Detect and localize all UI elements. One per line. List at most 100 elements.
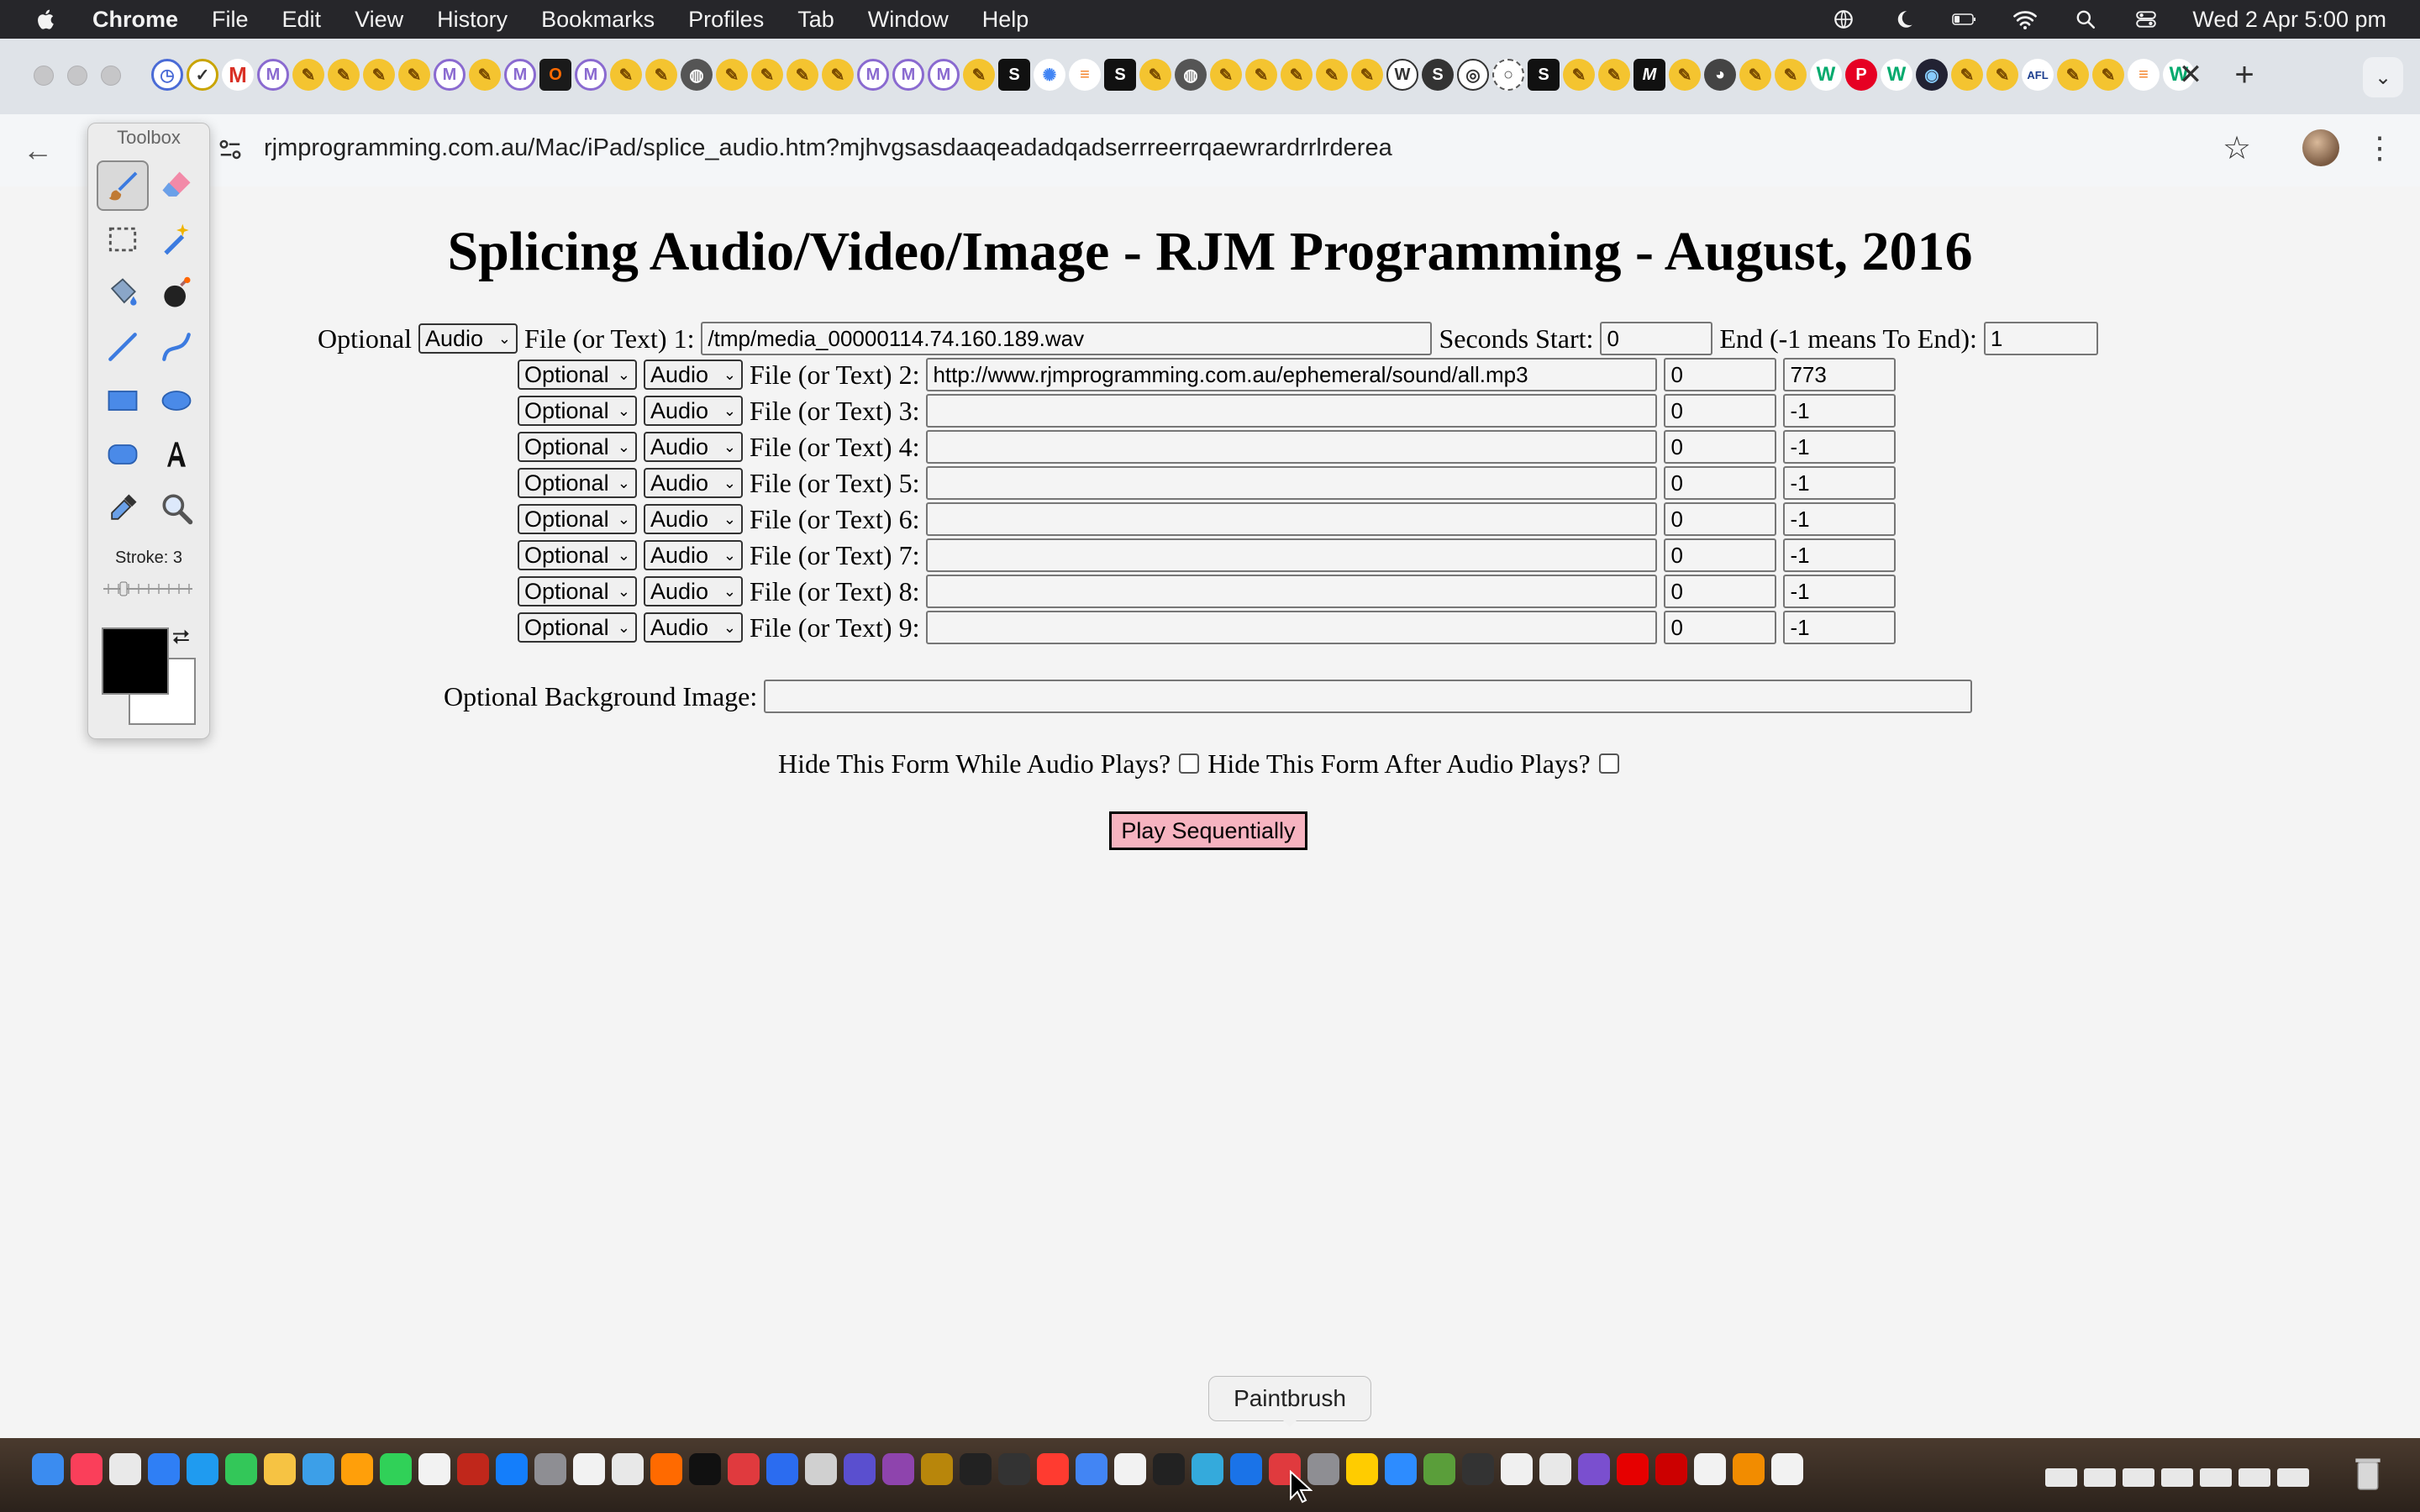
marquee-icon[interactable] — [97, 214, 149, 265]
dock-app-icon[interactable] — [302, 1453, 334, 1485]
toolbox-palette[interactable]: Toolbox Stroke: 3 ⮂ — [87, 123, 210, 739]
minimized-window[interactable] — [2123, 1468, 2154, 1487]
tab-favicon[interactable]: ✎ — [292, 59, 324, 91]
stroke-width-slider[interactable] — [100, 580, 196, 597]
dock-app-icon[interactable] — [1462, 1453, 1494, 1485]
minimized-window[interactable] — [2084, 1468, 2116, 1487]
tab-favicon[interactable]: ✎ — [1316, 59, 1348, 91]
dock-app-icon[interactable] — [1694, 1453, 1726, 1485]
curve-icon[interactable] — [150, 322, 203, 372]
dock-app-icon[interactable] — [650, 1453, 682, 1485]
menu-help[interactable]: Help — [982, 7, 1029, 33]
tab-favicon[interactable]: ✎ — [751, 59, 783, 91]
trash-icon[interactable] — [2353, 1455, 2383, 1492]
dock-app-icon[interactable] — [1385, 1453, 1417, 1485]
tab-favicon-github[interactable]: ◕ — [1704, 59, 1736, 91]
file-input[interactable] — [926, 430, 1658, 464]
file-input[interactable] — [926, 611, 1658, 644]
end-input[interactable] — [1783, 611, 1897, 644]
dock-app-icon[interactable] — [728, 1453, 760, 1485]
tab-favicon[interactable]: M — [928, 59, 960, 91]
tab-favicon[interactable]: ≡ — [2128, 59, 2160, 91]
tab-favicon[interactable]: M — [575, 59, 607, 91]
globe-icon[interactable] — [1829, 7, 1858, 32]
menu-view[interactable]: View — [355, 7, 403, 33]
dock-app-icon[interactable] — [805, 1453, 837, 1485]
media-type-select[interactable]: Audio ⌄ — [644, 540, 743, 570]
play-sequentially-button[interactable]: Play Sequentially — [1109, 811, 1307, 850]
menu-profiles[interactable]: Profiles — [688, 7, 764, 33]
tab-favicon[interactable]: ✎ — [469, 59, 501, 91]
minimized-window[interactable] — [2238, 1468, 2270, 1487]
bookmark-star-icon[interactable]: ☆ — [2218, 129, 2255, 166]
dock-app-icon[interactable] — [1346, 1453, 1378, 1485]
tab-favicon[interactable]: ✎ — [1739, 59, 1771, 91]
tab-favicon[interactable]: ✎ — [1210, 59, 1242, 91]
tab-favicon[interactable]: ✎ — [1563, 59, 1595, 91]
media-type-select[interactable]: Audio ⌄ — [644, 468, 743, 498]
tab-favicon[interactable]: ✎ — [1775, 59, 1807, 91]
dock-app-icon[interactable] — [1423, 1453, 1455, 1485]
tab-favicon[interactable]: ✎ — [610, 59, 642, 91]
media-type-select[interactable]: Audio ⌄ — [644, 360, 743, 390]
new-tab-icon[interactable]: + — [2225, 55, 2264, 94]
file-input[interactable] — [926, 575, 1658, 608]
end-input[interactable] — [1783, 358, 1897, 391]
dock-app-icon[interactable] — [1076, 1453, 1107, 1485]
tab-favicon[interactable]: ○ — [1492, 59, 1524, 91]
tab-favicon[interactable]: ◎ — [1457, 59, 1489, 91]
tab-favicon[interactable]: ✎ — [1951, 59, 1983, 91]
tab-favicon[interactable]: S — [1104, 59, 1136, 91]
tab-favicon[interactable]: ✎ — [398, 59, 430, 91]
tab-favicon-globe[interactable]: ◍ — [1175, 59, 1207, 91]
start-input[interactable] — [1664, 502, 1777, 536]
menu-app-name[interactable]: Chrome — [92, 7, 178, 33]
tab-favicon[interactable]: ✎ — [328, 59, 360, 91]
menu-window[interactable]: Window — [868, 7, 949, 33]
menu-tab[interactable]: Tab — [797, 7, 834, 33]
start-input[interactable] — [1664, 611, 1777, 644]
zoom-icon[interactable] — [150, 483, 203, 533]
eraser-icon[interactable] — [150, 160, 203, 211]
tab-favicon[interactable]: ✎ — [786, 59, 818, 91]
magic-wand-icon[interactable] — [150, 214, 203, 265]
tab-favicon-afl[interactable]: AFL — [2022, 59, 2054, 91]
minimized-window[interactable] — [2045, 1468, 2077, 1487]
minimized-window[interactable] — [2277, 1468, 2309, 1487]
tab-favicon-gmail[interactable]: M — [222, 59, 254, 91]
tab-favicon[interactable]: ✎ — [963, 59, 995, 91]
tab-favicon-wikipedia[interactable]: W — [1386, 59, 1418, 91]
rectangle-icon[interactable] — [97, 375, 149, 426]
dock-app-icon[interactable] — [1501, 1453, 1533, 1485]
dock-app-icon[interactable] — [844, 1453, 876, 1485]
end-input[interactable] — [1783, 538, 1897, 572]
paint-bucket-icon[interactable] — [97, 268, 149, 318]
end-input[interactable] — [1783, 502, 1897, 536]
dock-app-icon[interactable] — [1230, 1453, 1262, 1485]
tab-favicon-w3[interactable]: W — [1881, 59, 1912, 91]
media-type-select[interactable]: Audio ⌄ — [644, 504, 743, 534]
end-input[interactable] — [1783, 466, 1897, 500]
optional-select[interactable]: Optional ⌄ — [518, 576, 637, 606]
tab-favicon[interactable]: M — [892, 59, 924, 91]
tab-favicon[interactable]: M — [504, 59, 536, 91]
dock-app-icon[interactable] — [1655, 1453, 1687, 1485]
optional-select[interactable]: Optional ⌄ — [518, 612, 637, 643]
tab-favicon[interactable]: M — [434, 59, 466, 91]
spotlight-search-icon[interactable] — [2071, 7, 2100, 32]
swap-colors-icon[interactable]: ⮂ — [172, 624, 190, 651]
start-input[interactable] — [1664, 466, 1777, 500]
menu-edit[interactable]: Edit — [282, 7, 322, 33]
hide-while-checkbox[interactable] — [1179, 753, 1200, 774]
dock-app-icon[interactable] — [418, 1453, 450, 1485]
tab-favicon[interactable]: M — [1634, 59, 1665, 91]
end-input[interactable] — [1783, 430, 1897, 464]
tab-search-chevron-icon[interactable]: ⌄ — [2363, 57, 2403, 97]
start-input[interactable] — [1664, 538, 1777, 572]
site-settings-icon[interactable] — [212, 131, 249, 168]
hide-after-checkbox[interactable] — [1598, 753, 1619, 774]
dock-app-icon[interactable] — [32, 1453, 64, 1485]
dock-app-icon[interactable] — [1192, 1453, 1223, 1485]
minimized-window[interactable] — [2200, 1468, 2232, 1487]
tab-favicon-w3[interactable]: W — [1810, 59, 1842, 91]
